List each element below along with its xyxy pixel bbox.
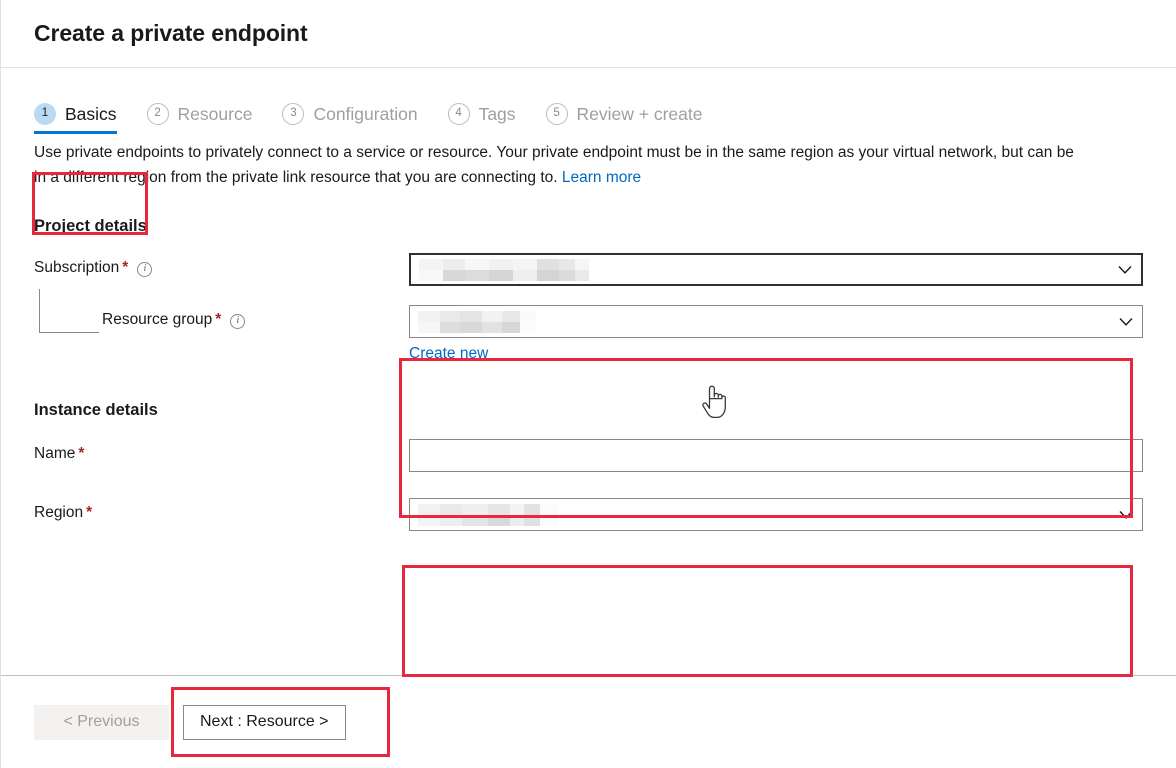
resource-group-label: Resource group <box>102 311 213 329</box>
chevron-down-icon <box>1118 265 1132 274</box>
name-control-cell <box>409 439 1143 473</box>
wizard-tabs: 1 Basics 2 Resource 3 Configuration 4 Ta… <box>1 68 1176 134</box>
resource-group-label-cell: Resource group * i <box>34 289 409 334</box>
tree-connector-line <box>39 289 99 334</box>
region-label-cell: Region * <box>34 498 409 522</box>
tab-resource-step-number: 2 <box>146 103 169 125</box>
info-icon[interactable]: i <box>137 261 153 277</box>
info-icon[interactable]: i <box>230 313 246 329</box>
create-new-resource-group-link[interactable]: Create new <box>409 345 488 363</box>
name-input[interactable] <box>409 439 1143 473</box>
subscription-required-mark: * <box>122 259 129 277</box>
tab-review-create-step-number: 5 <box>545 103 568 125</box>
previous-button[interactable]: < Previous <box>34 704 169 740</box>
subscription-control-cell <box>409 253 1143 287</box>
tab-tags-label: Tags <box>478 103 516 124</box>
resource-group-dropdown[interactable] <box>409 305 1143 339</box>
learn-more-link[interactable]: Learn more <box>562 169 641 186</box>
create-private-endpoint-blade: Create a private endpoint 1 Basics 2 Res… <box>0 0 1176 768</box>
chevron-down-icon <box>1119 510 1133 519</box>
region-control-cell <box>409 498 1143 532</box>
subscription-dropdown[interactable] <box>409 253 1143 287</box>
subscription-label-cell: Subscription * i <box>34 253 409 277</box>
tab-basics-step-number: 1 <box>34 103 56 125</box>
blade-description: Use private endpoints to privately conne… <box>1 132 1111 190</box>
project-details-section: Project details Subscription * i Resourc… <box>1 217 1176 363</box>
next-resource-button[interactable]: Next : Resource > <box>183 704 346 740</box>
resource-group-required-mark: * <box>215 311 222 329</box>
tab-basics[interactable]: 1 Basics <box>34 103 117 134</box>
redacted-subscription-value <box>419 258 589 281</box>
tab-configuration-step-number: 3 <box>282 103 305 125</box>
region-dropdown[interactable] <box>409 498 1143 532</box>
annotation-highlight-instance-details-fields <box>402 565 1133 677</box>
blade-footer: < Previous Next : Resource > <box>1 675 1176 768</box>
name-required-mark: * <box>78 445 85 463</box>
tab-basics-label: Basics <box>65 103 117 124</box>
region-required-mark: * <box>86 504 93 522</box>
page-title: Create a private endpoint <box>34 20 308 46</box>
tab-configuration[interactable]: 3 Configuration <box>282 103 418 134</box>
description-text: Use private endpoints to privately conne… <box>34 144 1074 187</box>
subscription-label: Subscription <box>34 259 120 277</box>
tab-resource[interactable]: 2 Resource <box>146 103 253 134</box>
tab-resource-label: Resource <box>177 103 253 124</box>
next-button-wrapper: Next : Resource > <box>171 686 390 757</box>
instance-details-heading: Instance details <box>34 401 158 420</box>
resource-group-control-cell: Create new <box>409 305 1143 363</box>
tab-review-create-label: Review + create <box>576 103 703 124</box>
tab-review-create[interactable]: 5 Review + create <box>545 103 703 134</box>
redacted-region-value <box>418 503 558 526</box>
name-label-cell: Name * <box>34 439 409 463</box>
blade-title-bar: Create a private endpoint <box>1 0 1176 68</box>
chevron-down-icon <box>1119 317 1133 326</box>
tab-tags[interactable]: 4 Tags <box>447 103 516 134</box>
project-details-heading: Project details <box>34 217 147 236</box>
redacted-resource-group-value <box>418 310 536 333</box>
instance-details-section: Instance details Name * Region * <box>1 401 1176 532</box>
blade-content: 1 Basics 2 Resource 3 Configuration 4 Ta… <box>1 68 1176 677</box>
region-label: Region <box>34 504 84 522</box>
name-label: Name <box>34 445 76 463</box>
tab-configuration-label: Configuration <box>313 103 418 124</box>
tab-tags-step-number: 4 <box>447 103 470 125</box>
